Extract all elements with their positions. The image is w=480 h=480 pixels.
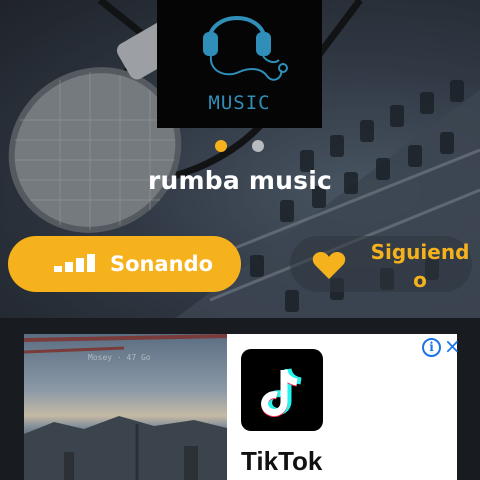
playing-label: Sonando bbox=[110, 252, 214, 276]
info-icon[interactable]: i bbox=[422, 338, 441, 357]
ad-app-name[interactable]: TikTok bbox=[241, 446, 322, 477]
station-name: rumba music bbox=[148, 166, 332, 195]
player-hero: MUSIC rumba music Sonando Siguiendo bbox=[0, 0, 480, 318]
pager-dot-2[interactable] bbox=[252, 140, 264, 152]
tiktok-logo-icon[interactable] bbox=[241, 349, 323, 431]
equalizer-bars-icon bbox=[54, 254, 95, 274]
cover-art-text: MUSIC bbox=[208, 92, 271, 114]
ad-photo: Mosey · 47 Go bbox=[24, 334, 227, 480]
headphones-icon bbox=[203, 16, 288, 81]
ad-photo-watermark: Mosey · 47 Go bbox=[88, 353, 151, 362]
heart-icon bbox=[312, 252, 346, 279]
station-cover-art: MUSIC bbox=[157, 0, 322, 128]
close-icon[interactable]: × bbox=[444, 336, 461, 356]
follow-button[interactable]: Siguiendo bbox=[290, 236, 472, 292]
playing-button[interactable]: Sonando bbox=[8, 236, 241, 292]
follow-label: Siguiendo bbox=[370, 240, 470, 292]
pager-dot-1[interactable] bbox=[215, 140, 227, 152]
